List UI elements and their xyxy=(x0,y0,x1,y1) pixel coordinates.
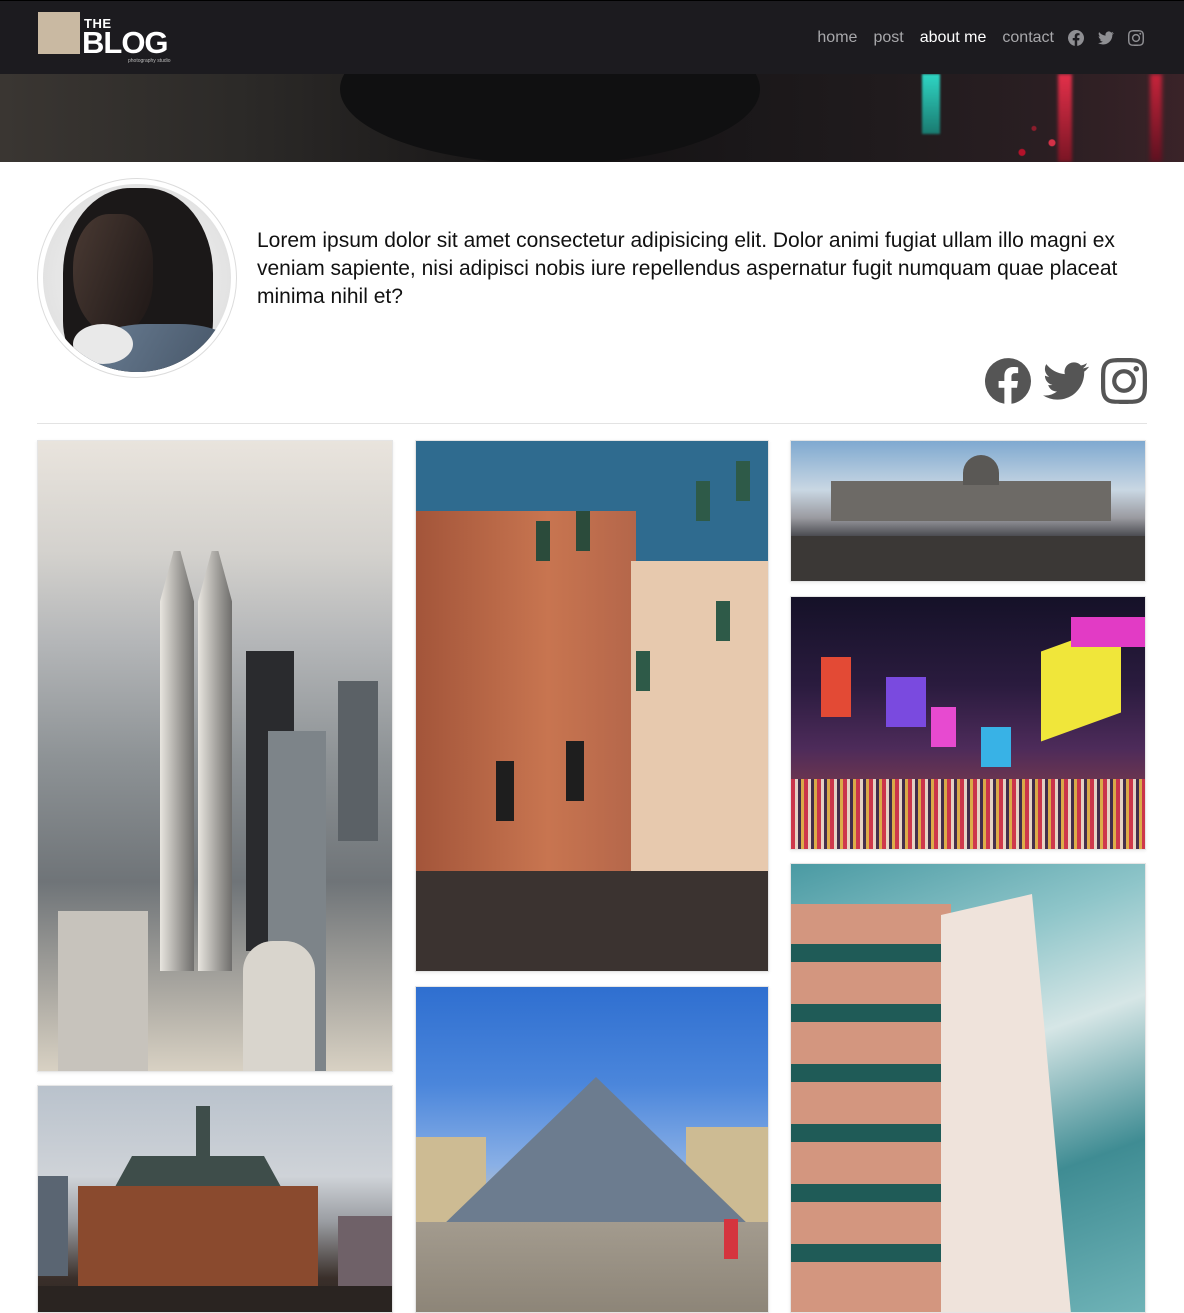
crowd xyxy=(791,779,1145,849)
window xyxy=(696,481,710,521)
tower-left xyxy=(160,551,194,971)
social-links xyxy=(985,358,1147,404)
avatar xyxy=(37,178,237,378)
billboard xyxy=(981,727,1011,767)
window xyxy=(496,761,514,821)
gallery-photo-times-square[interactable] xyxy=(790,596,1146,850)
palace xyxy=(831,481,1111,521)
bio-text: Lorem ipsum dolor sit amet consectetur a… xyxy=(257,229,1118,308)
clock-tower xyxy=(196,1106,210,1186)
building xyxy=(243,941,315,1071)
avatar-face xyxy=(73,214,153,334)
window-band xyxy=(791,1004,941,1022)
gallery-photo-terminal[interactable] xyxy=(37,1085,393,1313)
tower-right xyxy=(198,551,232,971)
hero-neon-red-2 xyxy=(1150,74,1162,162)
window xyxy=(736,461,750,501)
window-band xyxy=(791,1064,941,1082)
window xyxy=(536,521,550,561)
logo-blog-text: BLOG xyxy=(82,25,169,60)
navbar: THE BLOG photography studio home post ab… xyxy=(0,0,1184,74)
dome xyxy=(963,455,999,485)
waterfront xyxy=(38,1286,392,1312)
avatar-photo xyxy=(43,184,231,372)
window xyxy=(716,601,730,641)
instagram-icon[interactable] xyxy=(1101,358,1147,404)
twitter-icon[interactable] xyxy=(1098,30,1114,46)
distant-building xyxy=(38,1176,68,1276)
billboard xyxy=(1071,617,1145,647)
facebook-icon[interactable] xyxy=(985,358,1031,404)
hero-neon-red xyxy=(1058,74,1072,162)
terminal-building xyxy=(78,1186,318,1296)
billboard xyxy=(931,707,956,747)
nav-link-about-me[interactable]: about me xyxy=(920,29,987,47)
section-divider xyxy=(37,423,1147,424)
logo-subtitle: photography studio xyxy=(128,58,171,64)
canal-bridge xyxy=(416,871,768,971)
nav-links: home post about me contact xyxy=(801,1,1184,75)
glass-pyramid xyxy=(441,1077,751,1227)
logo-square xyxy=(38,12,80,54)
hero-neon-teal xyxy=(922,74,940,134)
hero-silhouette xyxy=(340,74,760,162)
window-band xyxy=(791,1244,941,1262)
gallery-photo-tower[interactable] xyxy=(790,863,1146,1313)
nav-link-home[interactable]: home xyxy=(817,29,857,47)
gallery-photo-venice[interactable] xyxy=(415,440,769,972)
window xyxy=(566,741,584,801)
nav-link-post[interactable]: post xyxy=(873,29,903,47)
twitter-icon[interactable] xyxy=(1043,358,1089,404)
distant-building xyxy=(338,1216,392,1286)
hero-banner xyxy=(0,74,1184,162)
tall-tower xyxy=(941,894,1071,1312)
nav-link-contact[interactable]: contact xyxy=(1002,29,1054,47)
plaza-ground xyxy=(791,536,1145,581)
site-logo[interactable]: THE BLOG photography studio xyxy=(38,12,178,66)
building xyxy=(58,911,148,1071)
instagram-icon[interactable] xyxy=(1128,30,1144,46)
window xyxy=(636,651,650,691)
window-band xyxy=(791,944,941,962)
gallery-photo-skyline[interactable] xyxy=(37,440,393,1072)
plaza xyxy=(416,1222,768,1312)
facebook-icon[interactable] xyxy=(1068,30,1084,46)
window-band xyxy=(791,1184,941,1202)
window-band xyxy=(791,1124,941,1142)
window xyxy=(576,511,590,551)
billboard xyxy=(886,677,926,727)
building xyxy=(338,681,378,841)
avatar-collar xyxy=(73,324,133,364)
gallery-photo-plaza[interactable] xyxy=(790,440,1146,582)
gallery-photo-louvre[interactable] xyxy=(415,986,769,1313)
person-red-coat xyxy=(724,1219,738,1259)
billboard xyxy=(821,657,851,717)
